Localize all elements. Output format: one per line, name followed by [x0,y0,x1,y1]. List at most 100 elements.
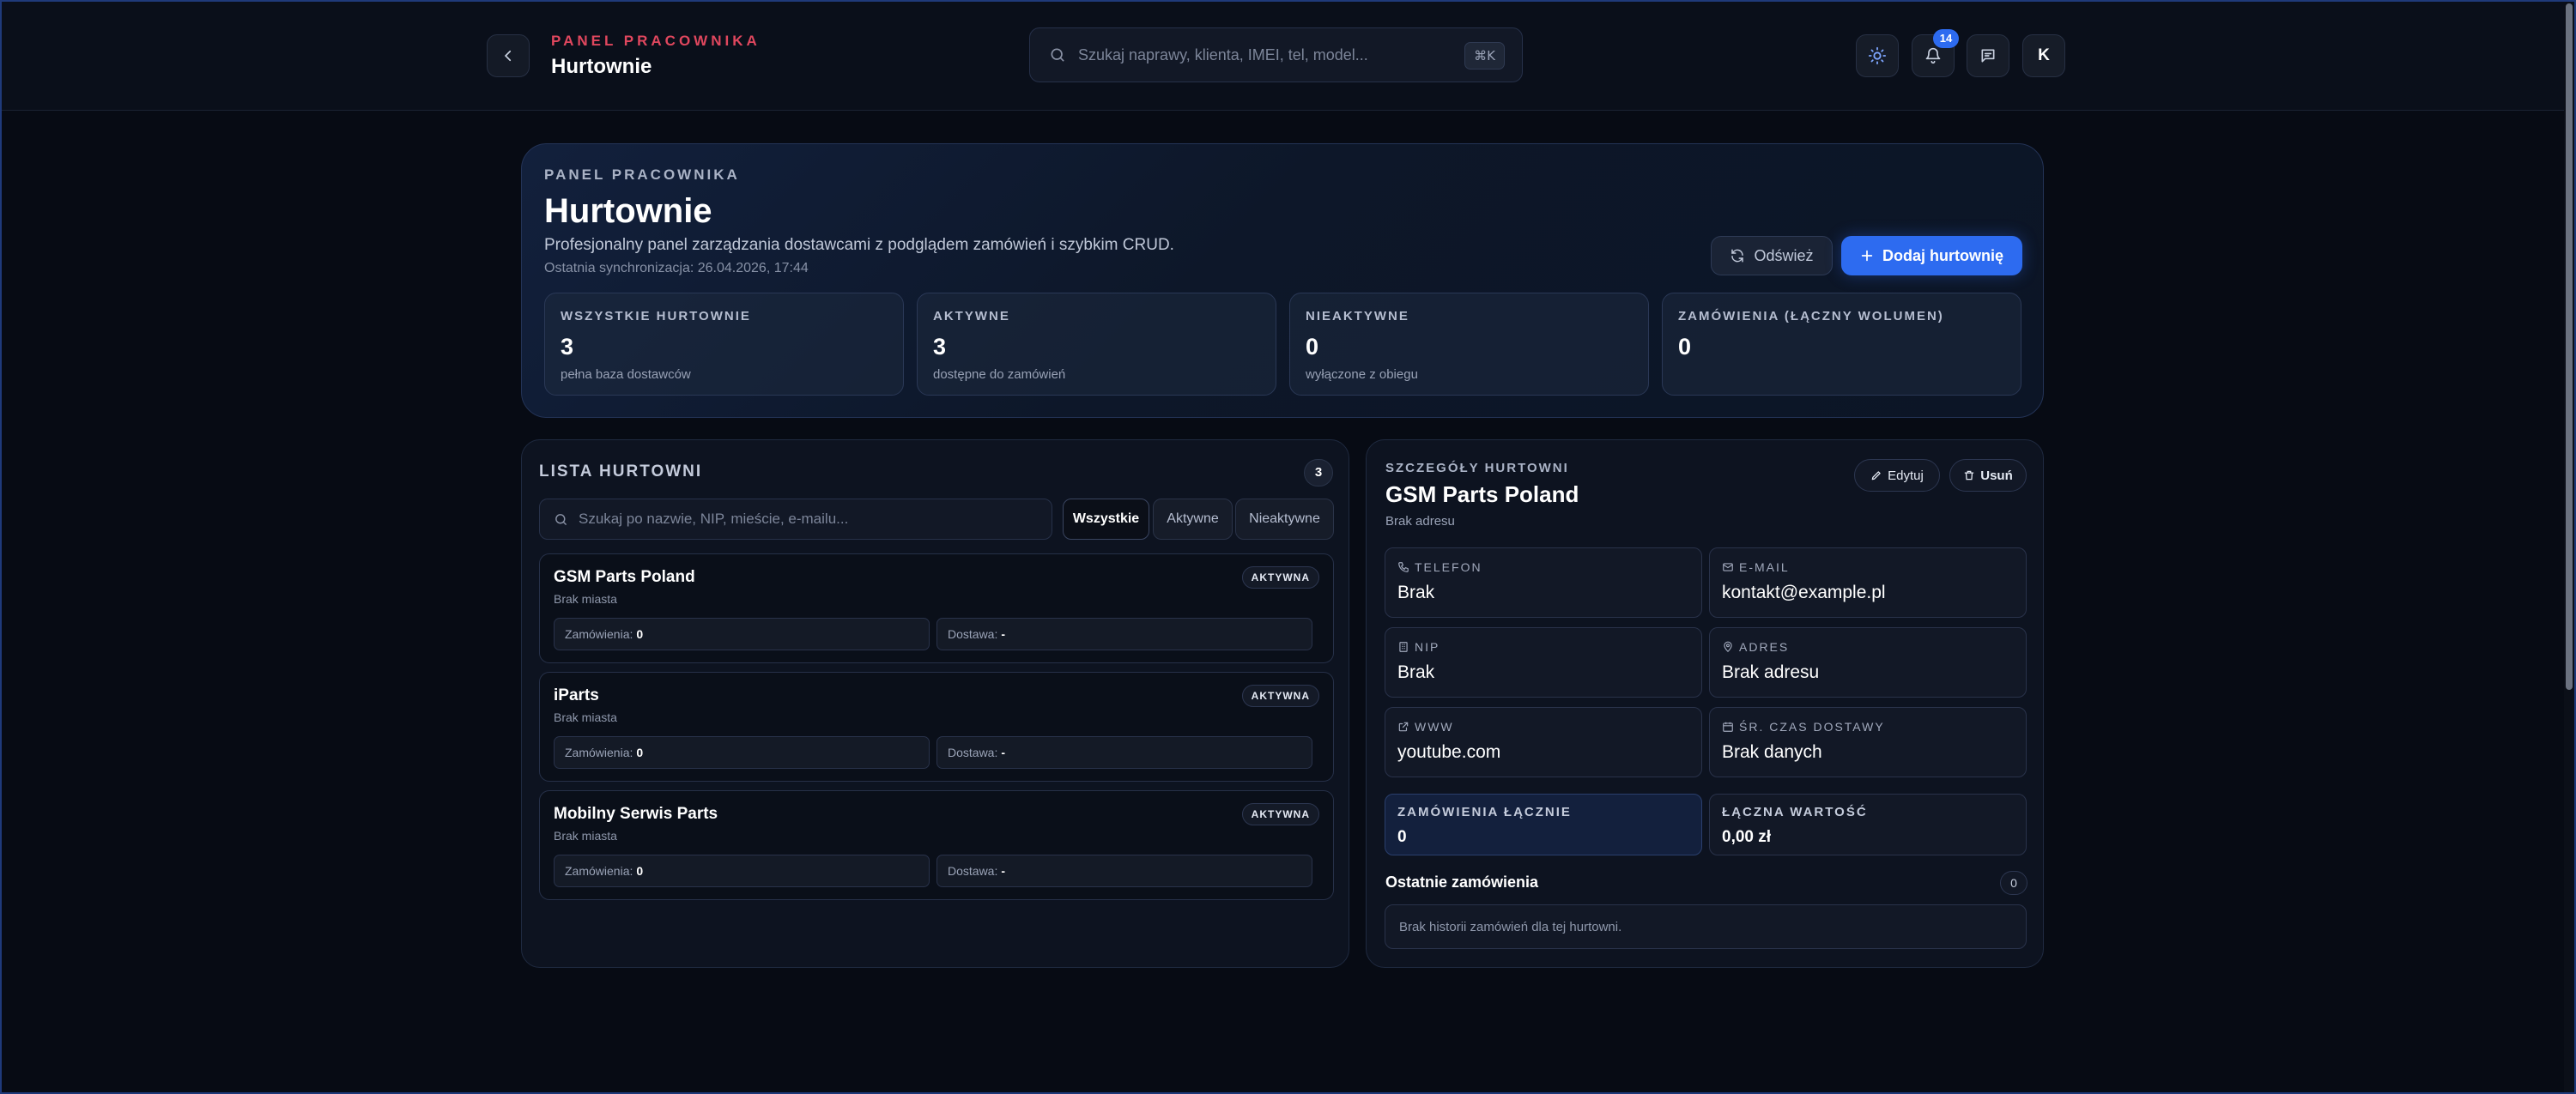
global-search[interactable]: ⌘K [1029,27,1523,82]
theme-toggle-button[interactable] [1856,34,1899,77]
orders-value: 0 [636,627,644,641]
delivery-chip: Dostawa: - [936,855,1312,887]
list-count-badge: 3 [1304,459,1333,487]
stat-sub: wyłączone z obiegu [1306,367,1418,382]
stat-value: 0 [1306,334,1319,360]
stat-card-active: AKTYWNE 3 dostępne do zamówień [917,293,1276,396]
wholesaler-name: Mobilny Serwis Parts [554,805,718,823]
hero-eyebrow: PANEL PRACOWNIKA [544,166,740,183]
stat-card-inactive: NIEAKTYWNE 0 wyłączone z obiegu [1289,293,1649,396]
messages-button[interactable] [1967,34,2009,77]
stat-value: 0 [1678,334,1692,360]
www-value[interactable]: youtube.com [1397,742,1689,763]
status-badge: AKTYWNA [1241,685,1319,707]
delivery-time-field: ŚR. CZAS DOSTAWY Brak danych [1709,707,2027,777]
wholesaler-name: GSM Parts Poland [554,568,695,586]
delivery-value: - [1001,864,1006,878]
total-value-label: ŁĄCZNA WARTOŚĆ [1722,805,1868,819]
edit-button[interactable]: Edytuj [1854,459,1940,492]
phone-value: Brak [1397,583,1435,602]
search-icon [1049,46,1066,63]
wholesaler-list-item[interactable]: Mobilny Serwis Parts Brak miasta AKTYWNA… [539,790,1334,900]
bell-icon [1925,47,1941,64]
wholesaler-detail-panel: SZCZEGÓŁY HURTOWNI GSM Parts Poland Brak… [1366,439,2044,968]
list-search-input[interactable] [579,511,1042,528]
delivery-chip: Dostawa: - [936,736,1312,769]
wholesaler-city: Brak miasta [554,710,617,724]
delete-label: Usuń [1980,468,2013,483]
top-bar: PANEL PRACOWNIKA Hurtownie ⌘K 14 K [0,0,2576,111]
wholesaler-name: iParts [554,686,599,704]
list-search[interactable] [539,499,1052,540]
filter-active-button[interactable]: Aktywne [1153,499,1233,540]
total-value-card: ŁĄCZNA WARTOŚĆ 0,00 zł [1709,794,2027,855]
shortcut-hint: ⌘K [1464,42,1505,70]
orders-total-card: ZAMÓWIENIA ŁĄCZNIE 0 [1385,794,1702,855]
status-badge: AKTYWNA [1241,803,1319,825]
recent-orders-title: Ostatnie zamówienia [1385,873,1539,891]
delivery-time-label: ŚR. CZAS DOSTAWY [1739,720,1885,734]
map-pin-icon [1724,641,1732,653]
nip-field: NIP Brak [1385,627,1702,698]
email-field: E-MAIL kontakt@example.pl [1709,547,2027,618]
status-badge: AKTYWNA [1241,566,1319,589]
address-value: Brak adresu [1722,662,1820,682]
total-value-value: 0,00 zł [1722,828,1772,846]
filter-inactive-button[interactable]: Nieaktywne [1235,499,1334,540]
detail-eyebrow: SZCZEGÓŁY HURTOWNI [1385,461,1569,475]
stat-label: ZAMÓWIENIA (ŁĄCZNY WOLUMEN) [1678,309,1944,323]
edit-label: Edytuj [1888,468,1924,483]
stat-label: WSZYSTKIE HURTOWNIE [561,309,751,323]
header-title: Hurtownie [551,55,652,78]
refresh-icon [1731,249,1744,263]
wholesaler-list-item[interactable]: iParts Brak miasta AKTYWNA Zamówienia: 0 … [539,672,1334,782]
email-value: kontakt@example.pl [1722,583,1886,602]
detail-title: GSM Parts Poland [1385,481,1579,507]
page-title: Hurtownie [544,192,712,230]
page-scrollbar-thumb[interactable] [2566,3,2573,690]
calendar-icon [1723,722,1733,732]
hero-card: PANEL PRACOWNIKA Hurtownie Profesjonalny… [521,143,2044,418]
delivery-label: Dostawa: [948,746,998,759]
delete-button[interactable]: Usuń [1949,459,2027,492]
delivery-time-value: Brak danych [1722,742,1822,762]
plus-icon [1861,250,1873,262]
stat-card-orders: ZAMÓWIENIA (ŁĄCZNY WOLUMEN) 0 [1662,293,2021,396]
stat-sub: pełna baza dostawców [561,367,691,382]
nip-value: Brak [1397,662,1435,682]
orders-label: Zamówienia: [565,746,633,759]
wholesaler-list-item[interactable]: GSM Parts Poland Brak miasta AKTYWNA Zam… [539,553,1334,663]
orders-chip: Zamówienia: 0 [554,855,930,887]
phone-label: TELEFON [1415,560,1482,574]
filter-all-button[interactable]: Wszystkie [1063,499,1149,540]
recent-orders-count: 0 [2000,871,2027,895]
recent-orders-empty: Brak historii zamówień dla tej hurtowni. [1385,904,2027,949]
delivery-label: Dostawa: [948,864,998,878]
email-label: E-MAIL [1739,560,1790,574]
address-label: ADRES [1739,640,1790,654]
page-description: Profesjonalny panel zarządzania dostawca… [544,236,1174,254]
phone-icon [1398,562,1409,572]
building-icon [1399,642,1408,652]
wholesaler-city: Brak miasta [554,829,617,843]
add-wholesaler-button[interactable]: Dodaj hurtownię [1841,236,2022,275]
www-field: WWW youtube.com [1385,707,1702,777]
address-field: ADRES Brak adresu [1709,627,2027,698]
delivery-label: Dostawa: [948,627,998,641]
wholesaler-city: Brak miasta [554,592,617,606]
mail-icon [1723,563,1733,571]
orders-chip: Zamówienia: 0 [554,618,930,650]
stat-label: NIEAKTYWNE [1306,309,1409,323]
trash-icon [1964,470,1974,481]
back-button[interactable] [487,34,530,77]
orders-value: 0 [636,746,644,759]
user-avatar-button[interactable]: K [2022,34,2065,77]
stat-value: 3 [561,334,574,360]
detail-address: Brak adresu [1385,514,1455,529]
delivery-value: - [1001,627,1006,641]
global-search-input[interactable] [1078,45,1456,64]
refresh-button[interactable]: Odśwież [1711,236,1833,275]
www-label: WWW [1415,720,1454,734]
external-link-icon [1398,722,1409,732]
sun-icon [1868,46,1887,65]
